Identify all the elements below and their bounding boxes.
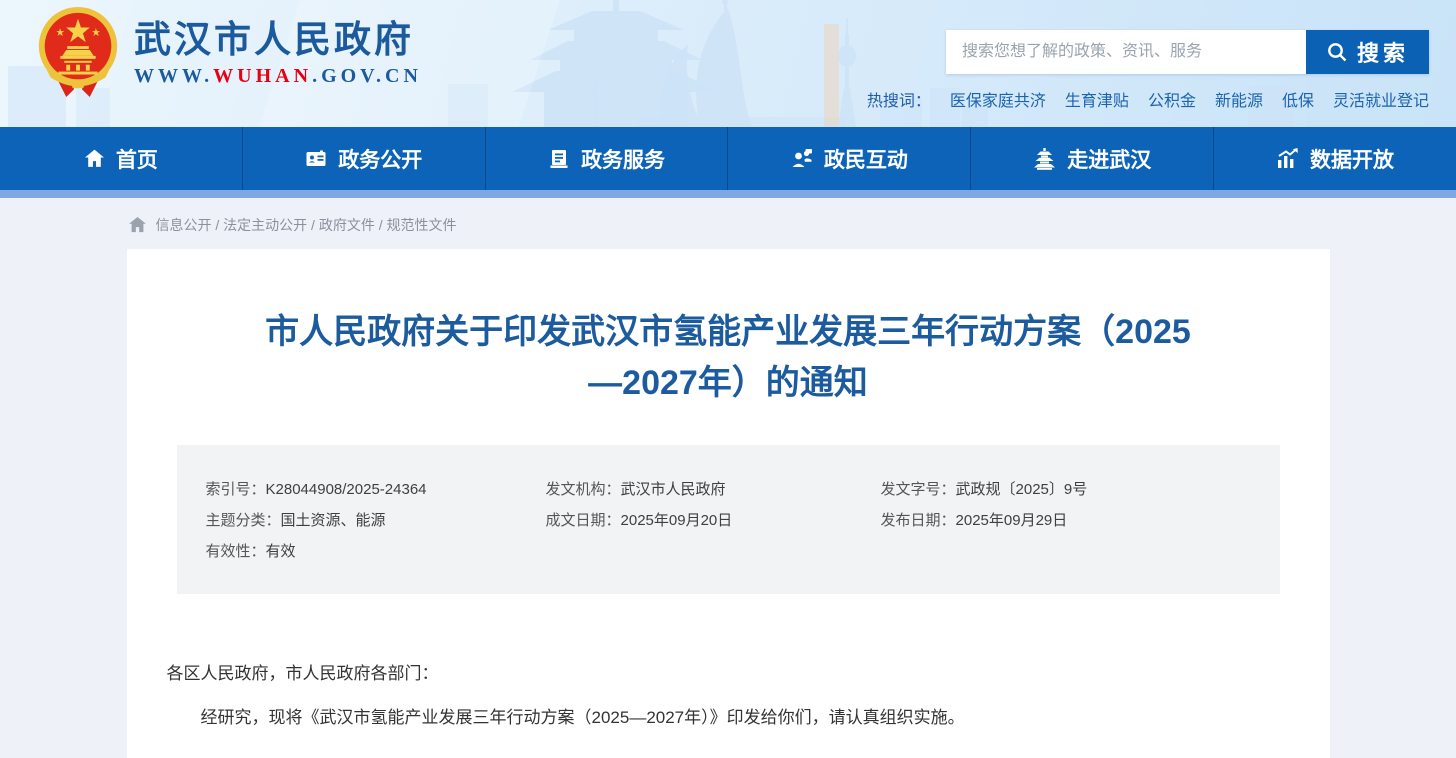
search-icon xyxy=(1326,41,1348,63)
meta-item-document-number: 发文字号：武政规〔2025〕9号 xyxy=(881,479,1260,500)
nav-item-interaction[interactable]: 政民互动 xyxy=(727,127,970,190)
site-header: 武汉市人民政府 WWW.WUHAN.GOV.CN 搜索 热搜词： 医保家庭共济 … xyxy=(0,0,1456,127)
search-input[interactable] xyxy=(946,30,1306,74)
hot-keyword[interactable]: 生育津贴 xyxy=(1065,87,1129,111)
nav-item-about-wuhan[interactable]: 走进武汉 xyxy=(970,127,1213,190)
hot-keyword[interactable]: 新能源 xyxy=(1215,87,1263,111)
site-title: 武汉市人民政府 xyxy=(134,17,422,63)
document-title-line2: —2027年）的通知 xyxy=(588,364,868,402)
site-url-suffix: .GOV.CN xyxy=(312,65,422,87)
search-area: 搜索 热搜词： 医保家庭共济 生育津贴 公积金 新能源 低保 灵活就业登记 xyxy=(946,30,1429,111)
meta-item-topic-category: 主题分类：国土资源、能源 xyxy=(206,510,546,531)
breadcrumb-path[interactable]: 信息公开 / 法定主动公开 / 政府文件 / 规范性文件 xyxy=(156,215,457,235)
document-title-line1: 市人民政府关于印发武汉市氢能产业发展三年行动方案（2025 xyxy=(265,313,1191,351)
meta-item-written-date: 成文日期：2025年09月20日 xyxy=(546,510,881,531)
meta-value: 武汉市人民政府 xyxy=(621,481,726,498)
site-url-prefix: WWW. xyxy=(134,65,213,87)
meta-label: 成文日期： xyxy=(546,512,621,529)
meta-label: 索引号： xyxy=(206,481,266,498)
body-paragraph-salutation: 各区人民政府，市人民政府各部门： xyxy=(167,652,1290,696)
data-chart-icon xyxy=(1276,147,1299,170)
nav-item-label: 走进武汉 xyxy=(1067,144,1151,174)
document-card: 市人民政府关于印发武汉市氢能产业发展三年行动方案（2025 —2027年）的通知… xyxy=(127,249,1330,758)
meta-label: 有效性： xyxy=(206,543,266,560)
service-doc-icon xyxy=(548,148,570,170)
meta-item-issuing-agency: 发文机构：武汉市人民政府 xyxy=(546,479,881,500)
home-icon xyxy=(84,148,105,169)
meta-value: 2025年09月29日 xyxy=(956,512,1068,529)
meta-label: 主题分类： xyxy=(206,512,281,529)
nav-item-open-data[interactable]: 数据开放 xyxy=(1213,127,1456,190)
meta-item-validity: 有效性：有效 xyxy=(206,541,546,562)
page-body: 信息公开 / 法定主动公开 / 政府文件 / 规范性文件 市人民政府关于印发武汉… xyxy=(0,198,1456,758)
document-title: 市人民政府关于印发武汉市氢能产业发展三年行动方案（2025 —2027年）的通知 xyxy=(208,307,1248,409)
home-icon xyxy=(129,217,146,233)
meta-label: 发文机构： xyxy=(546,481,621,498)
meta-item-index-number: 索引号：K28044908/2025-24364 xyxy=(206,479,546,500)
nav-item-label: 政民互动 xyxy=(824,144,908,174)
national-emblem-icon xyxy=(36,5,120,99)
nav-item-services[interactable]: 政务服务 xyxy=(485,127,728,190)
breadcrumb: 信息公开 / 法定主动公开 / 政府文件 / 规范性文件 xyxy=(127,198,1330,249)
meta-item-publish-date: 发布日期：2025年09月29日 xyxy=(881,510,1260,531)
meta-value: 有效 xyxy=(266,543,296,560)
disclosure-card-icon xyxy=(305,148,327,170)
pagoda-icon xyxy=(1033,147,1056,170)
hot-keyword[interactable]: 医保家庭共济 xyxy=(950,87,1046,111)
meta-value: 国土资源、能源 xyxy=(281,512,386,529)
nav-item-label: 政务公开 xyxy=(338,144,422,174)
meta-value: 武政规〔2025〕9号 xyxy=(956,481,1088,498)
meta-label: 发布日期： xyxy=(881,512,956,529)
document-body: 各区人民政府，市人民政府各部门： 经研究，现将《武汉市氢能产业发展三年行动方案（… xyxy=(167,652,1290,740)
hot-keyword[interactable]: 灵活就业登记 xyxy=(1333,87,1429,111)
hot-keyword[interactable]: 低保 xyxy=(1282,87,1314,111)
nav-item-disclosure[interactable]: 政务公开 xyxy=(242,127,485,190)
search-button-label: 搜索 xyxy=(1357,36,1409,68)
main-nav: 首页 政务公开 政务服务 政民互动 走进武汉 数据开放 xyxy=(0,127,1456,190)
nav-item-label: 首页 xyxy=(116,144,158,174)
search-button[interactable]: 搜索 xyxy=(1306,30,1429,74)
nav-item-label: 数据开放 xyxy=(1310,144,1394,174)
site-url: WWW.WUHAN.GOV.CN xyxy=(134,65,422,88)
document-meta-box: 索引号：K28044908/2025-24364 发文机构：武汉市人民政府 发文… xyxy=(177,445,1280,594)
site-url-highlight: WUHAN xyxy=(213,65,312,87)
hot-keyword[interactable]: 公积金 xyxy=(1148,87,1196,111)
nav-bottom-strip xyxy=(0,190,1456,198)
nav-item-home[interactable]: 首页 xyxy=(0,127,242,190)
meta-value: K28044908/2025-24364 xyxy=(266,481,427,498)
hot-search-label: 热搜词： xyxy=(867,87,931,111)
meta-value: 2025年09月20日 xyxy=(621,512,733,529)
meta-label: 发文字号： xyxy=(881,481,956,498)
interaction-people-icon xyxy=(791,148,813,170)
site-logo[interactable]: 武汉市人民政府 WWW.WUHAN.GOV.CN xyxy=(36,5,422,99)
nav-item-label: 政务服务 xyxy=(581,144,665,174)
body-paragraph-main: 经研究，现将《武汉市氢能产业发展三年行动方案（2025—2027年）》印发给你们… xyxy=(167,696,1290,740)
hot-search-row: 热搜词： 医保家庭共济 生育津贴 公积金 新能源 低保 灵活就业登记 xyxy=(946,87,1429,111)
